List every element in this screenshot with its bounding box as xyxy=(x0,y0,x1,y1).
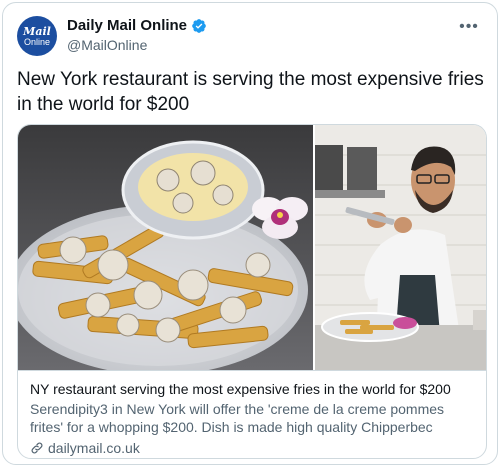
card-description: Serendipity3 in New York will offer the … xyxy=(30,401,445,435)
avatar[interactable]: Mail Online xyxy=(17,16,57,56)
display-name[interactable]: Daily Mail Online xyxy=(67,17,187,34)
card-domain[interactable]: dailymail.co.uk xyxy=(48,439,140,457)
tweet-card-frame: Mail Online Daily Mail Online @MailOnlin… xyxy=(2,2,498,465)
avatar-logo-line1: Mail xyxy=(23,24,51,38)
card-domain-row[interactable]: dailymail.co.uk xyxy=(30,439,476,457)
avatar-logo-line2: Online xyxy=(23,36,50,47)
card-meta[interactable]: NY restaurant serving the most expensive… xyxy=(18,370,486,458)
card-media[interactable] xyxy=(18,125,487,370)
more-options-icon[interactable]: ••• xyxy=(455,15,483,39)
link-preview-card[interactable]: NY restaurant serving the most expensive… xyxy=(17,124,487,459)
tweet-text: New York restaurant is serving the most … xyxy=(17,69,484,115)
chef-image[interactable] xyxy=(315,125,487,370)
link-icon xyxy=(31,442,43,454)
verified-badge-icon xyxy=(192,18,206,33)
card-title[interactable]: NY restaurant serving the most expensive… xyxy=(30,380,476,398)
fries-plate-image[interactable] xyxy=(18,125,313,370)
account-names: Daily Mail Online @MailOnline xyxy=(67,17,207,53)
account-handle[interactable]: @MailOnline xyxy=(67,37,207,53)
display-name-row[interactable]: Daily Mail Online xyxy=(67,17,207,34)
tweet-header: Mail Online Daily Mail Online @MailOnlin… xyxy=(17,15,483,57)
